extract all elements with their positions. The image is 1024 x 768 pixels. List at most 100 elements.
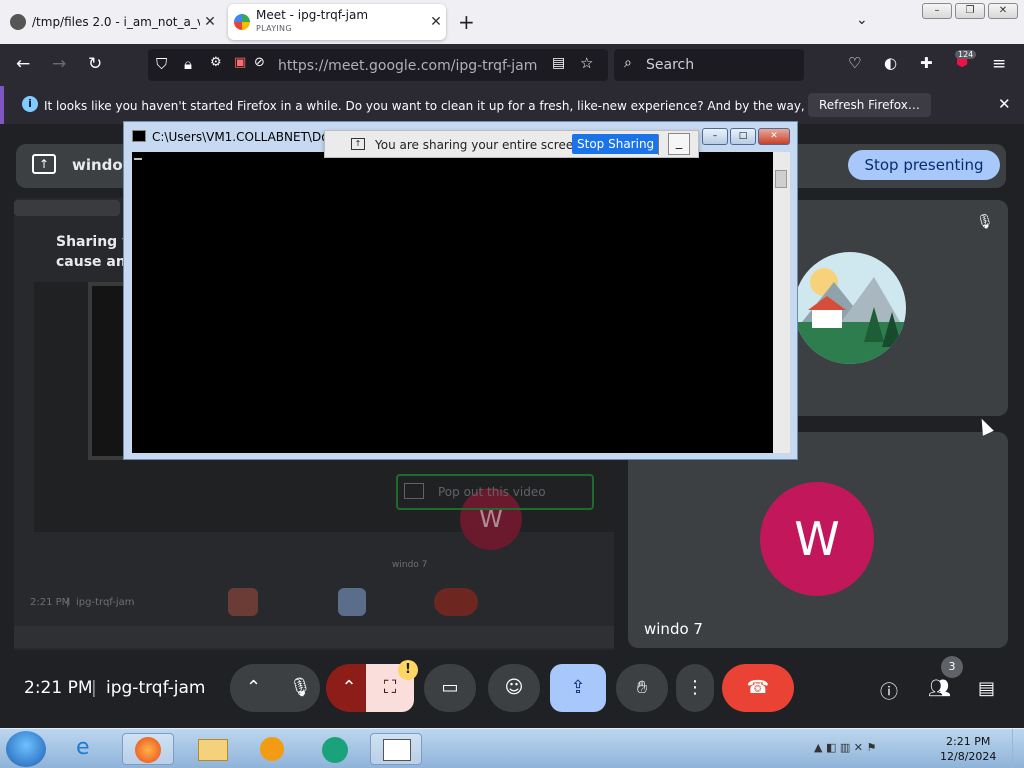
meet-icon	[234, 14, 250, 30]
ie-taskbar-icon[interactable]: e	[64, 733, 116, 765]
autoplay-blocked-icon[interactable]: ⊘	[254, 55, 265, 70]
menu-icon[interactable]: ≡	[992, 54, 1006, 74]
list-all-tabs-button[interactable]: ⌄	[856, 12, 868, 28]
console-close-button[interactable]: ✕	[758, 128, 790, 145]
chat-icon[interactable]: ▤	[978, 678, 995, 699]
screen-share-icon[interactable]: ▣	[234, 55, 246, 70]
share-divider	[658, 135, 659, 155]
mirror-control-bar: 2:21 PM | ipg-trqf-jam	[14, 588, 614, 618]
mic-icon: 🎙︎	[288, 677, 312, 698]
mirror-taskbar	[14, 626, 614, 648]
chevron-up-icon: ⌃	[246, 677, 262, 698]
leave-call-button[interactable]: ☎︎	[722, 664, 794, 712]
more-options-button[interactable]: ⋮	[676, 664, 714, 712]
forward-icon[interactable]: →	[52, 54, 66, 74]
mic-off-icon: 🎙︎	[976, 214, 994, 230]
firefox-taskbar-icon[interactable]	[122, 733, 174, 765]
captions-icon: ▭	[441, 677, 459, 698]
start-button[interactable]	[6, 731, 46, 767]
hangup-icon: ☎︎	[746, 677, 770, 698]
present-screen-icon: ↑	[32, 154, 56, 174]
captions-button[interactable]: ▭	[424, 664, 476, 712]
scroll-thumb[interactable]	[775, 170, 787, 188]
url-bar[interactable]: ⛉ 🔒︎ ⚙ ▣ ⊘ https://meet.google.com/ipg-t…	[148, 49, 608, 81]
refresh-firefox-button[interactable]: Refresh Firefox…	[808, 93, 931, 117]
search-icon: ⌕	[624, 55, 632, 71]
screen-share-bar: ↑ You are sharing your entire screen. St…	[324, 130, 699, 158]
landscape-illustration	[794, 268, 906, 364]
close-tab-icon[interactable]: ✕	[200, 14, 220, 30]
tab-meet[interactable]: Meet - ipg-trqf-jam PLAYING ✕	[228, 4, 446, 40]
audio-settings-button[interactable]: ⌃ 🎙︎	[230, 664, 320, 712]
minimize-share-bar-button[interactable]: _	[668, 133, 690, 155]
mirror-tab	[14, 200, 120, 216]
console-maximize-button[interactable]: □	[730, 128, 756, 145]
emoji-icon: ☺	[504, 677, 524, 698]
tab-title-block: Meet - ipg-trqf-jam PLAYING	[256, 9, 426, 35]
raise-hand-button[interactable]: ✋︎	[616, 664, 668, 712]
console-output[interactable]	[132, 152, 773, 453]
system-tray-icons[interactable]: ▲ ◧ ▥ ✕ ⚑	[814, 741, 876, 754]
console-taskbar-icon[interactable]	[370, 733, 422, 765]
account-icon[interactable]: ◐	[884, 54, 897, 72]
app-taskbar-icon[interactable]	[310, 733, 362, 765]
explorer-taskbar-icon[interactable]	[186, 733, 238, 765]
search-input[interactable]: ⌕ Search	[614, 49, 804, 81]
present-button[interactable]: ⇪	[550, 664, 606, 712]
tab-title: /tmp/files 2.0 - i_am_not_a_viru	[32, 15, 200, 29]
mirror-present-button	[338, 588, 366, 616]
chevron-up-icon: ⌃	[341, 677, 357, 698]
back-icon[interactable]: ←	[16, 54, 30, 74]
emoji-button[interactable]: ☺	[488, 664, 540, 712]
permissions-icon[interactable]: ⚙	[210, 55, 222, 70]
mirror-code: ipg-trqf-jam	[76, 597, 135, 608]
stop-presenting-button[interactable]: Stop presenting	[848, 150, 1000, 180]
console-scrollbar[interactable]	[773, 152, 790, 453]
separator: |	[91, 678, 97, 698]
pocket-icon[interactable]: ♡	[848, 54, 861, 72]
lock-icon[interactable]: 🔒︎	[184, 55, 192, 73]
hand-icon: ✋︎	[636, 677, 648, 698]
participant-count: 3	[941, 656, 963, 678]
close-tab-icon[interactable]: ✕	[426, 14, 446, 30]
close-notification-icon[interactable]: ✕	[998, 95, 1011, 113]
incognito-icon	[10, 14, 26, 30]
pop-out-video-button[interactable]: Pop out this video	[396, 474, 594, 510]
tab-files[interactable]: /tmp/files 2.0 - i_am_not_a_viru ✕	[4, 4, 220, 40]
url-text[interactable]: https://meet.google.com/ipg-trqf-jam	[278, 58, 537, 74]
minimize-window-button[interactable]: –	[922, 3, 952, 19]
tab-playing-label: PLAYING	[256, 24, 292, 33]
show-desktop-button[interactable]	[1012, 729, 1024, 768]
stop-sharing-button[interactable]: Stop Sharing	[572, 134, 660, 154]
clock-time: 2:21 PM	[946, 735, 991, 748]
extension-badge: 124	[955, 50, 977, 59]
search-placeholder: Search	[646, 57, 695, 73]
firefox-notification-bar: i It looks like you haven't started Fire…	[0, 86, 1024, 124]
clock-date: 12/8/2024	[940, 750, 997, 763]
mirror-sep: |	[66, 597, 70, 608]
share-message: You are sharing your entire screen.	[375, 138, 585, 152]
close-window-button[interactable]: ✕	[988, 3, 1018, 19]
window-controls: – ❐ ✕	[922, 3, 1018, 19]
windows-taskbar: e ▲ ◧ ▥ ✕ ⚑ 2:21 PM 12/8/2024	[0, 728, 1024, 768]
share-screen-icon: ↑	[351, 138, 365, 150]
extensions-icon[interactable]: ✚	[920, 54, 933, 72]
people-icon[interactable]: 👥︎	[928, 678, 951, 699]
reload-icon[interactable]: ↻	[88, 54, 102, 74]
console-minimize-button[interactable]: –	[702, 128, 728, 145]
participant-avatar: W	[760, 482, 874, 596]
reader-view-icon[interactable]: ▤	[552, 55, 565, 71]
mirror-name: windo 7	[392, 560, 428, 570]
mirror-hangup-button	[434, 588, 478, 616]
console-title: C:\Users\VM1.COLLABNET\Dow	[152, 130, 339, 144]
bookmark-star-icon[interactable]: ☆	[580, 54, 593, 72]
console-window[interactable]: C:\Users\VM1.COLLABNET\Dow – □ ✕	[123, 121, 798, 460]
info-icon[interactable]: ⓘ	[880, 678, 898, 704]
navigation-toolbar: ← → ↻ ⛉ 🔒︎ ⚙ ▣ ⊘ https://meet.google.com…	[0, 44, 1024, 86]
maximize-window-button[interactable]: ❐	[955, 3, 985, 19]
system-clock[interactable]: 2:21 PM 12/8/2024	[940, 734, 996, 764]
new-tab-button[interactable]: +	[458, 10, 475, 34]
meeting-code: ipg-trqf-jam	[106, 678, 206, 698]
media-player-taskbar-icon[interactable]	[246, 733, 298, 765]
shield-icon[interactable]: ⛉	[156, 55, 167, 73]
